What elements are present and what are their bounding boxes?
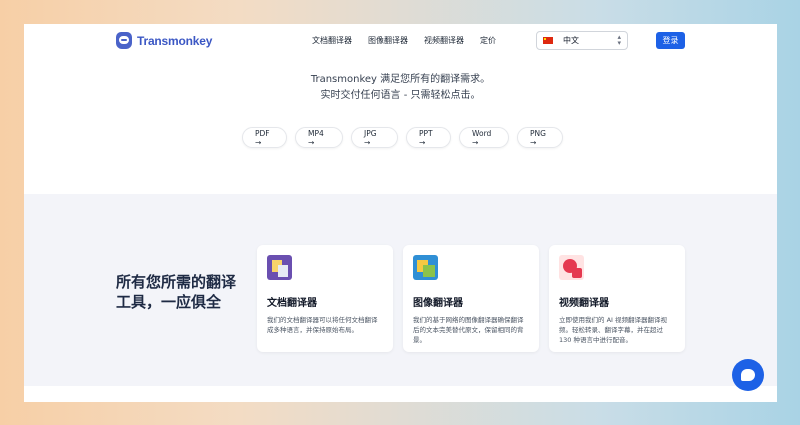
tools-section-title: 所有您所需的翻译工具，一应俱全 [116,273,237,311]
tools-section: 所有您所需的翻译工具，一应俱全 文档翻译器 我们的文档翻译器可以将任何文档翻译成… [24,194,777,386]
menu-item-document-translator[interactable]: 文档翻译器 [312,35,352,46]
browser-viewport: Transmonkey 文档翻译器 图像翻译器 视频翻译器 定价 中文 ▴ ▾ 登… [24,24,777,402]
card-description: 我们的文档翻译器可以将任何文档翻译成多种语言，并保持原始布局。 [267,316,378,334]
card-title: 视频翻译器 [559,298,609,309]
monkey-logo-icon [116,32,132,49]
format-chip-pdf[interactable]: PDF → [242,127,287,148]
format-chip-ppt[interactable]: PPT → [406,127,451,148]
tool-card-video[interactable]: 视频翻译器 立即使用我们的 AI 视频翻译器翻译视频。轻松转录、翻译字幕，并在超… [549,245,685,352]
card-title: 图像翻译器 [413,298,463,309]
format-chip-png[interactable]: PNG → [517,127,563,148]
language-value: 中文 [563,36,579,45]
video-translate-icon [559,255,584,280]
card-title: 文档翻译器 [267,298,317,309]
hero-line-1: Transmonkey 满足您所有的翻译需求。 [310,74,491,85]
card-description: 我们的基于网络的图像翻译器确保翻译后的文本完美替代原文，保留相同的背景。 [413,316,524,344]
main-menu: 文档翻译器 图像翻译器 视频翻译器 定价 [312,35,496,46]
format-chip-mp4[interactable]: MP4 → [295,127,343,148]
language-select[interactable]: 中文 ▴ ▾ [536,31,628,50]
chat-widget-button[interactable] [732,359,764,391]
chat-bubble-icon [741,369,755,381]
hero-line-2: 实时交付任何语言 - 只需轻松点击。 [320,90,481,101]
format-chips: PDF → MP4 → JPG → PPT → Word → PNG → [242,127,563,148]
logo-text: Transmonkey [137,33,213,48]
chevron-updown-icon: ▴ ▾ [617,33,621,47]
top-navigation: Transmonkey 文档翻译器 图像翻译器 视频翻译器 定价 中文 ▴ ▾ 登… [24,24,777,60]
hero-tagline: Transmonkey 满足您所有的翻译需求。 实时交付任何语言 - 只需轻松点… [24,72,777,104]
login-button[interactable]: 登录 [656,32,685,49]
menu-item-image-translator[interactable]: 图像翻译器 [368,35,408,46]
menu-item-video-translator[interactable]: 视频翻译器 [424,35,464,46]
image-translate-icon [413,255,438,280]
menu-item-pricing[interactable]: 定价 [480,35,496,46]
logo[interactable]: Transmonkey [116,32,212,49]
tool-card-image[interactable]: 图像翻译器 我们的基于网络的图像翻译器确保翻译后的文本完美替代原文，保留相同的背… [403,245,539,352]
document-translate-icon [267,255,292,280]
format-chip-jpg[interactable]: JPG → [351,127,398,148]
tool-card-document[interactable]: 文档翻译器 我们的文档翻译器可以将任何文档翻译成多种语言，并保持原始布局。 [257,245,393,352]
china-flag-icon [543,37,553,44]
card-description: 立即使用我们的 AI 视频翻译器翻译视频。轻松转录、翻译字幕，并在超过 130 … [559,316,667,344]
format-chip-word[interactable]: Word → [459,127,509,148]
